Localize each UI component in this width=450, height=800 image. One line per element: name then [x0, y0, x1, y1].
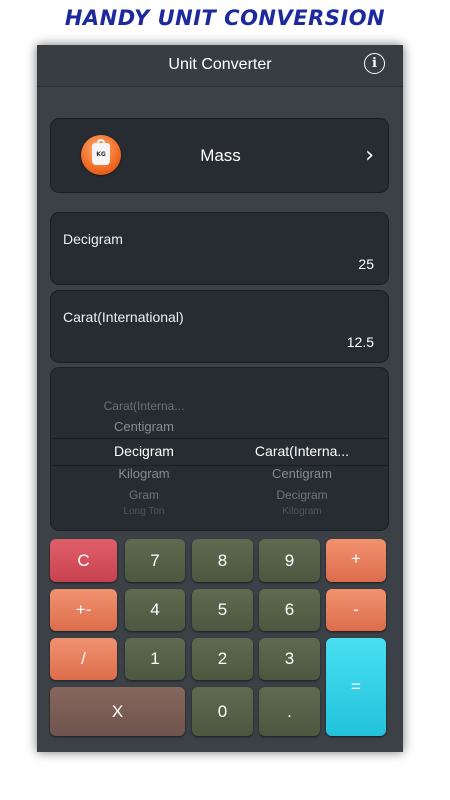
digit-2-button[interactable]: 2: [192, 638, 253, 680]
picker-right-item[interactable]: Kilogram: [223, 506, 381, 517]
app-screen: Unit Converter i KG Mass › Decigram 25 C…: [37, 45, 403, 752]
decimal-point-button[interactable]: .: [259, 687, 320, 736]
from-unit-name: Decigram: [63, 231, 123, 247]
picker-left-item[interactable]: Centigram: [65, 419, 223, 434]
digit-7-button[interactable]: 7: [125, 539, 185, 582]
digit-4-button[interactable]: 4: [125, 589, 185, 631]
to-unit-field[interactable]: Carat(International) 12.5: [50, 290, 389, 363]
digit-0-button[interactable]: 0: [192, 687, 253, 736]
navigation-bar: Unit Converter i: [37, 45, 403, 87]
from-unit-field[interactable]: Decigram 25: [50, 212, 389, 285]
category-selector[interactable]: KG Mass ›: [50, 118, 389, 193]
picker-right-item[interactable]: Centigram: [223, 466, 381, 481]
equals-button[interactable]: =: [326, 638, 386, 736]
multiply-button[interactable]: X: [50, 687, 185, 736]
clear-button[interactable]: C: [50, 539, 117, 582]
picker-left-item[interactable]: Gram: [65, 488, 223, 502]
digit-9-button[interactable]: 9: [259, 539, 320, 582]
picker-right-item[interactable]: Decigram: [223, 488, 381, 502]
digit-5-button[interactable]: 5: [192, 589, 253, 631]
unit-picker[interactable]: Carat(Interna... Centigram Decigram Kilo…: [50, 367, 389, 531]
from-unit-value: 25: [358, 256, 374, 272]
info-circle-icon[interactable]: i: [364, 53, 385, 74]
picker-left-item[interactable]: Carat(Interna...: [65, 399, 223, 413]
divide-button[interactable]: /: [50, 638, 117, 680]
to-unit-name: Carat(International): [63, 309, 184, 325]
chevron-right-icon: ›: [365, 143, 374, 168]
page-title: Unit Converter: [168, 56, 272, 73]
picker-left-item[interactable]: Long Ton: [65, 506, 223, 517]
to-unit-value: 12.5: [346, 334, 374, 350]
picker-right-selected[interactable]: Carat(Interna...: [223, 443, 381, 459]
picker-left-item[interactable]: Kilogram: [65, 466, 223, 481]
digit-1-button[interactable]: 1: [125, 638, 185, 680]
digit-6-button[interactable]: 6: [259, 589, 320, 631]
app-promo-banner: HANDY UNIT CONVERSION: [64, 6, 386, 30]
minus-button[interactable]: -: [326, 589, 386, 631]
picker-left-selected[interactable]: Decigram: [65, 443, 223, 459]
category-label: Mass: [200, 146, 241, 165]
digit-3-button[interactable]: 3: [259, 638, 320, 680]
plus-minus-button[interactable]: +-: [50, 589, 117, 631]
plus-button[interactable]: +: [326, 539, 386, 582]
digit-8-button[interactable]: 8: [192, 539, 253, 582]
